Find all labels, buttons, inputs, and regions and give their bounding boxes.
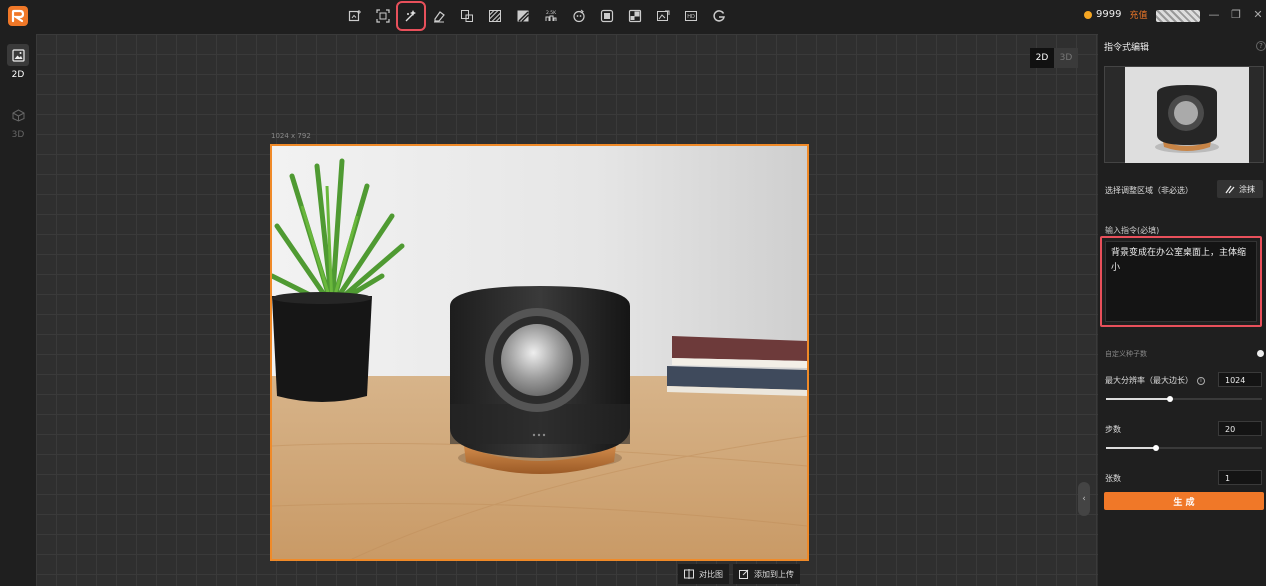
toolbar: 2.5K HD xyxy=(344,1,730,31)
svg-text:2.5K: 2.5K xyxy=(546,10,557,16)
upscale-icon[interactable]: 2.5K xyxy=(540,5,562,27)
image-size-label: 1024 x 792 xyxy=(271,132,311,140)
slider-thumb[interactable] xyxy=(1166,396,1173,402)
eraser-icon[interactable] xyxy=(428,5,450,27)
recharge-link[interactable]: 充值 xyxy=(1129,8,1147,21)
minimize-icon[interactable]: — xyxy=(1208,7,1220,21)
thumbnail-frame[interactable] xyxy=(1104,66,1264,163)
slider-fill xyxy=(1106,447,1156,449)
compare-button[interactable]: 对比图 xyxy=(678,564,729,584)
resolution-label: 最大分辨率（最大边长） xyxy=(1105,376,1193,385)
coin-icon xyxy=(1084,10,1092,19)
command-edit-icon[interactable] xyxy=(396,1,426,31)
app-logo xyxy=(8,6,28,26)
replace-icon[interactable] xyxy=(456,5,478,27)
brush-button[interactable]: 涂抹 xyxy=(1217,180,1263,198)
layer-icon[interactable] xyxy=(596,5,618,27)
restore-icon[interactable]: ❐ xyxy=(1230,7,1242,21)
resolution-row: 最大分辨率（最大边长） i xyxy=(1105,375,1205,386)
user-name-blurred[interactable] xyxy=(1156,10,1200,22)
generate-button[interactable]: 生 成 xyxy=(1104,492,1264,510)
image-actions: 对比图 添加到上传 xyxy=(678,564,800,584)
tab-2d[interactable]: 2D xyxy=(1030,48,1054,68)
pattern-icon[interactable] xyxy=(484,5,506,27)
add-image-icon[interactable] xyxy=(344,5,366,27)
left-sidebar: 2D 3D xyxy=(0,34,36,586)
add-upload-icon xyxy=(739,569,749,579)
image-edit-icon[interactable] xyxy=(652,5,674,27)
expand-icon[interactable] xyxy=(624,5,646,27)
coin-count: 9999 xyxy=(1096,9,1122,20)
sidebar-item-label: 2D xyxy=(11,70,25,80)
count-row: 张数 xyxy=(1105,473,1121,484)
image-icon xyxy=(7,44,29,66)
stripe-icon[interactable] xyxy=(512,5,534,27)
coin-balance[interactable]: 9999 充值 xyxy=(1084,8,1147,21)
add-to-upload-button[interactable]: 添加到上传 xyxy=(733,564,800,584)
close-icon[interactable]: ✕ xyxy=(1252,7,1264,21)
svg-text:HD: HD xyxy=(687,14,695,20)
tab-3d[interactable]: 3D xyxy=(1054,48,1078,68)
right-panel: 指令式编辑 ? 选择调整区域（非必选） 涂抹 输入指令(必填) 背景变成在办公室… xyxy=(1098,34,1266,586)
slider-thumb[interactable] xyxy=(1152,445,1159,451)
panel-title: 指令式编辑 xyxy=(1104,43,1150,53)
command-input-highlight: 背景变成在办公室桌面上，主体缩小 xyxy=(1100,236,1262,327)
compare-label: 对比图 xyxy=(699,569,723,579)
thumbnail-image xyxy=(1125,67,1249,163)
command-label: 输入指令(必填) xyxy=(1105,226,1160,235)
info-icon[interactable]: i xyxy=(1197,376,1205,385)
add-upload-label: 添加到上传 xyxy=(754,569,794,579)
count-label: 张数 xyxy=(1105,474,1121,483)
top-bar: 2.5K HD 9999 充值 — ❐ ✕ xyxy=(0,0,1266,34)
sidebar-item-label: 3D xyxy=(11,130,25,140)
seed-label: 自定义种子数 xyxy=(1105,350,1147,358)
command-input[interactable]: 背景变成在办公室桌面上，主体缩小 xyxy=(1105,241,1257,322)
sidebar-item-2d[interactable]: 2D xyxy=(6,44,30,80)
count-input[interactable]: 1 xyxy=(1218,470,1262,485)
steps-label: 步数 xyxy=(1105,425,1121,434)
resolution-input[interactable]: 1024 xyxy=(1218,372,1262,387)
help-icon[interactable]: ? xyxy=(1256,41,1266,51)
crop-scan-icon[interactable] xyxy=(372,5,394,27)
slider-fill xyxy=(1106,398,1170,400)
toggle-knob xyxy=(1257,350,1264,357)
brush-label: 涂抹 xyxy=(1239,184,1255,194)
canvas-area[interactable]: 2D 3D 1024 x 792 对比图 添加到上传 ‹ xyxy=(36,34,1098,586)
rotate-icon[interactable] xyxy=(568,5,590,27)
sidebar-item-3d[interactable]: 3D xyxy=(6,104,30,140)
main-image[interactable] xyxy=(270,144,809,561)
collapse-panel-icon[interactable]: ‹ xyxy=(1078,482,1090,516)
brush-icon xyxy=(1225,185,1235,194)
steps-input[interactable]: 20 xyxy=(1218,421,1262,436)
hd-icon[interactable]: HD xyxy=(680,5,702,27)
cube-icon xyxy=(7,104,29,126)
resolution-slider[interactable] xyxy=(1106,396,1262,402)
g-icon[interactable] xyxy=(708,5,730,27)
select-area-label: 选择调整区域（非必选） xyxy=(1105,186,1193,195)
window-controls: — ❐ ✕ xyxy=(1208,7,1264,21)
steps-row: 步数 xyxy=(1105,424,1121,435)
seed-toggle[interactable] xyxy=(1252,350,1264,357)
steps-slider[interactable] xyxy=(1106,445,1262,451)
dimension-toggle: 2D 3D xyxy=(1030,48,1078,68)
compare-icon xyxy=(684,569,694,579)
